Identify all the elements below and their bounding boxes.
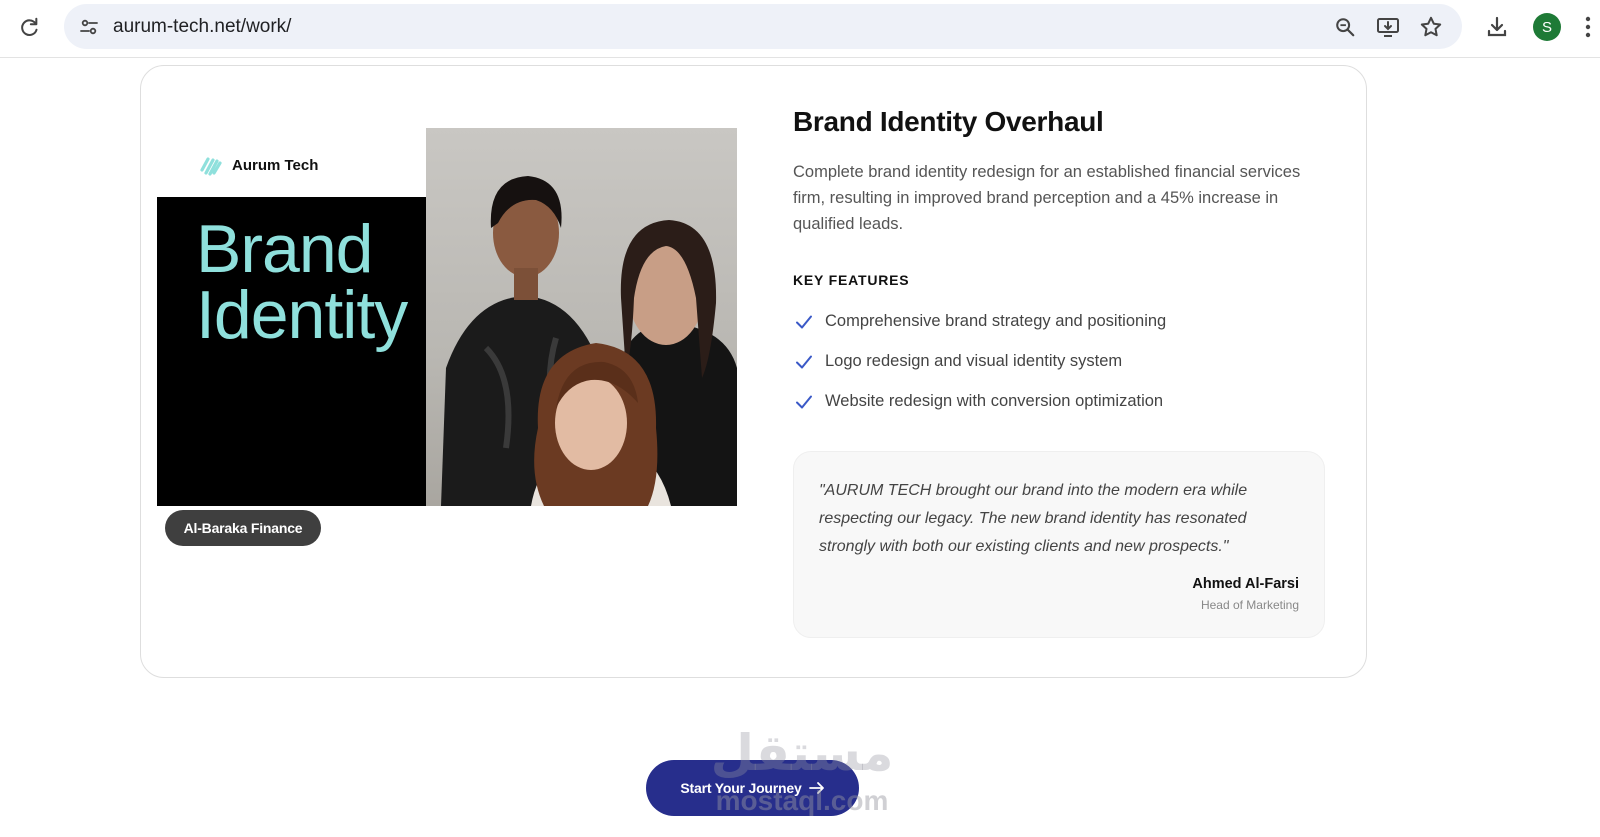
project-mockup-image: Aurum Tech Brand Identity	[157, 128, 737, 506]
testimonial-quote: "AURUM TECH brought our brand into the m…	[819, 482, 1248, 555]
mockup-headline-line2: Identity	[196, 277, 408, 353]
portrait-illustration	[441, 176, 737, 506]
mockup-brand-name: Aurum Tech	[232, 157, 319, 174]
testimonial-box: "AURUM TECH brought our brand into the m…	[793, 451, 1325, 638]
reload-icon[interactable]	[14, 12, 44, 42]
aurum-logo-icon	[200, 157, 222, 176]
url-text[interactable]: aurum-tech.net/work/	[113, 16, 291, 38]
client-badge: Al-Baraka Finance	[165, 510, 321, 546]
mockup-headline: Brand Identity	[196, 211, 408, 353]
arrow-right-icon	[808, 782, 824, 794]
mockup-header: Aurum Tech	[157, 128, 426, 197]
portrait-photo	[426, 128, 737, 506]
mockup-headline-line1: Brand	[196, 211, 373, 287]
project-title: Brand Identity Overhaul	[793, 106, 1104, 137]
feature-text: Website redesign with conversion optimiz…	[825, 392, 1164, 410]
check-icon	[796, 355, 812, 369]
bookmark-star-icon[interactable]	[1418, 14, 1444, 40]
site-settings-icon[interactable]	[76, 14, 101, 39]
browser-toolbar: aurum-tech.net/work/ S	[0, 0, 1600, 58]
start-journey-label: Start Your Journey	[680, 780, 802, 796]
feature-text: Comprehensive brand strategy and positio…	[825, 312, 1167, 330]
profile-avatar[interactable]: S	[1533, 13, 1561, 41]
project-description: Complete brand identity redesign for an …	[793, 163, 1301, 233]
start-journey-button[interactable]: Start Your Journey	[646, 760, 859, 816]
download-icon[interactable]	[1483, 13, 1511, 41]
testimonial-author: Ahmed Al-Farsi	[1192, 576, 1299, 592]
check-icon	[796, 395, 812, 409]
testimonial-role: Head of Marketing	[1200, 598, 1299, 612]
install-app-icon[interactable]	[1375, 14, 1401, 40]
address-bar[interactable]: aurum-tech.net/work/	[64, 4, 1462, 49]
avatar-letter: S	[1541, 18, 1552, 36]
zoom-icon[interactable]	[1332, 14, 1358, 40]
feature-text: Logo redesign and visual identity system	[825, 352, 1123, 370]
key-features-heading: KEY FEATURES	[793, 272, 910, 288]
check-icon	[796, 315, 812, 329]
more-menu-icon[interactable]	[1580, 13, 1596, 41]
